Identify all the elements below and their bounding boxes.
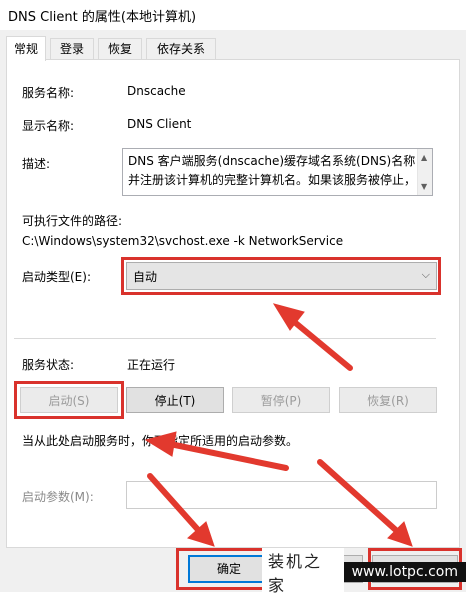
startup-type-value: 自动	[133, 270, 158, 284]
tab-recovery[interactable]: 恢复	[98, 38, 142, 60]
watermark: 装机之家 www.lotpc.com	[262, 548, 466, 596]
stop-button-label: 停止(T)	[154, 394, 196, 408]
title-bar: DNS Client 的属性(本地计算机)	[0, 0, 466, 30]
tab-recovery-label: 恢复	[107, 42, 132, 56]
tab-dependencies-label: 依存关系	[156, 42, 205, 56]
ok-button-label: 确定	[216, 562, 241, 576]
service-status-label: 服务状态:	[22, 358, 75, 372]
exe-path-label: 可执行文件的路径:	[22, 214, 123, 228]
resume-button[interactable]: 恢复(R)	[339, 387, 437, 413]
description-textarea[interactable]: DNS 客户端服务(dnscache)缓存域名系统(DNS)名称 并注册该计算机…	[122, 148, 433, 196]
display-name-label: 显示名称:	[22, 119, 75, 133]
tab-general-label: 常规	[13, 42, 38, 56]
start-params-label: 启动参数(M):	[22, 490, 94, 504]
start-button-label: 启动(S)	[48, 394, 90, 408]
description-scrollbar[interactable]: ▲ ▼	[417, 149, 432, 195]
description-line-2: 并注册该计算机的完整计算机名。如果该服务被停止，	[128, 173, 417, 187]
exe-path-value: C:\Windows\system32\svchost.exe -k Netwo…	[22, 234, 344, 248]
startup-type-label: 启动类型(E):	[22, 270, 91, 284]
tab-logon[interactable]: 登录	[50, 38, 94, 60]
display-name-value: DNS Client	[127, 117, 192, 131]
description-label: 描述:	[22, 157, 51, 171]
section-divider	[14, 338, 436, 339]
service-name-label: 服务名称:	[22, 86, 75, 100]
resume-button-label: 恢复(R)	[367, 394, 409, 408]
startup-type-select[interactable]: 自动 ⌵	[126, 262, 437, 290]
tab-logon-label: 登录	[59, 42, 84, 56]
start-params-hint: 当从此处启动服务时，你可指定所适用的启动参数。	[22, 434, 299, 448]
ok-button[interactable]: 确定	[188, 555, 270, 583]
scroll-down-icon[interactable]: ▼	[421, 182, 427, 191]
general-panel	[6, 59, 460, 548]
watermark-left: 装机之家	[262, 548, 344, 596]
watermark-right: www.lotpc.com	[343, 562, 466, 582]
start-button[interactable]: 启动(S)	[20, 387, 118, 413]
service-name-value: Dnscache	[127, 84, 186, 98]
description-line-1: DNS 客户端服务(dnscache)缓存域名系统(DNS)名称	[128, 154, 416, 168]
pause-button[interactable]: 暂停(P)	[232, 387, 330, 413]
service-status-value: 正在运行	[127, 358, 176, 372]
tab-dependencies[interactable]: 依存关系	[146, 38, 216, 60]
chevron-down-icon: ⌵	[421, 268, 430, 281]
scroll-up-icon[interactable]: ▲	[421, 153, 427, 162]
start-params-input[interactable]	[126, 481, 437, 509]
tab-general[interactable]: 常规	[6, 36, 46, 61]
window-title: DNS Client 的属性(本地计算机)	[8, 10, 197, 25]
stop-button[interactable]: 停止(T)	[126, 387, 224, 413]
pause-button-label: 暂停(P)	[260, 394, 302, 408]
